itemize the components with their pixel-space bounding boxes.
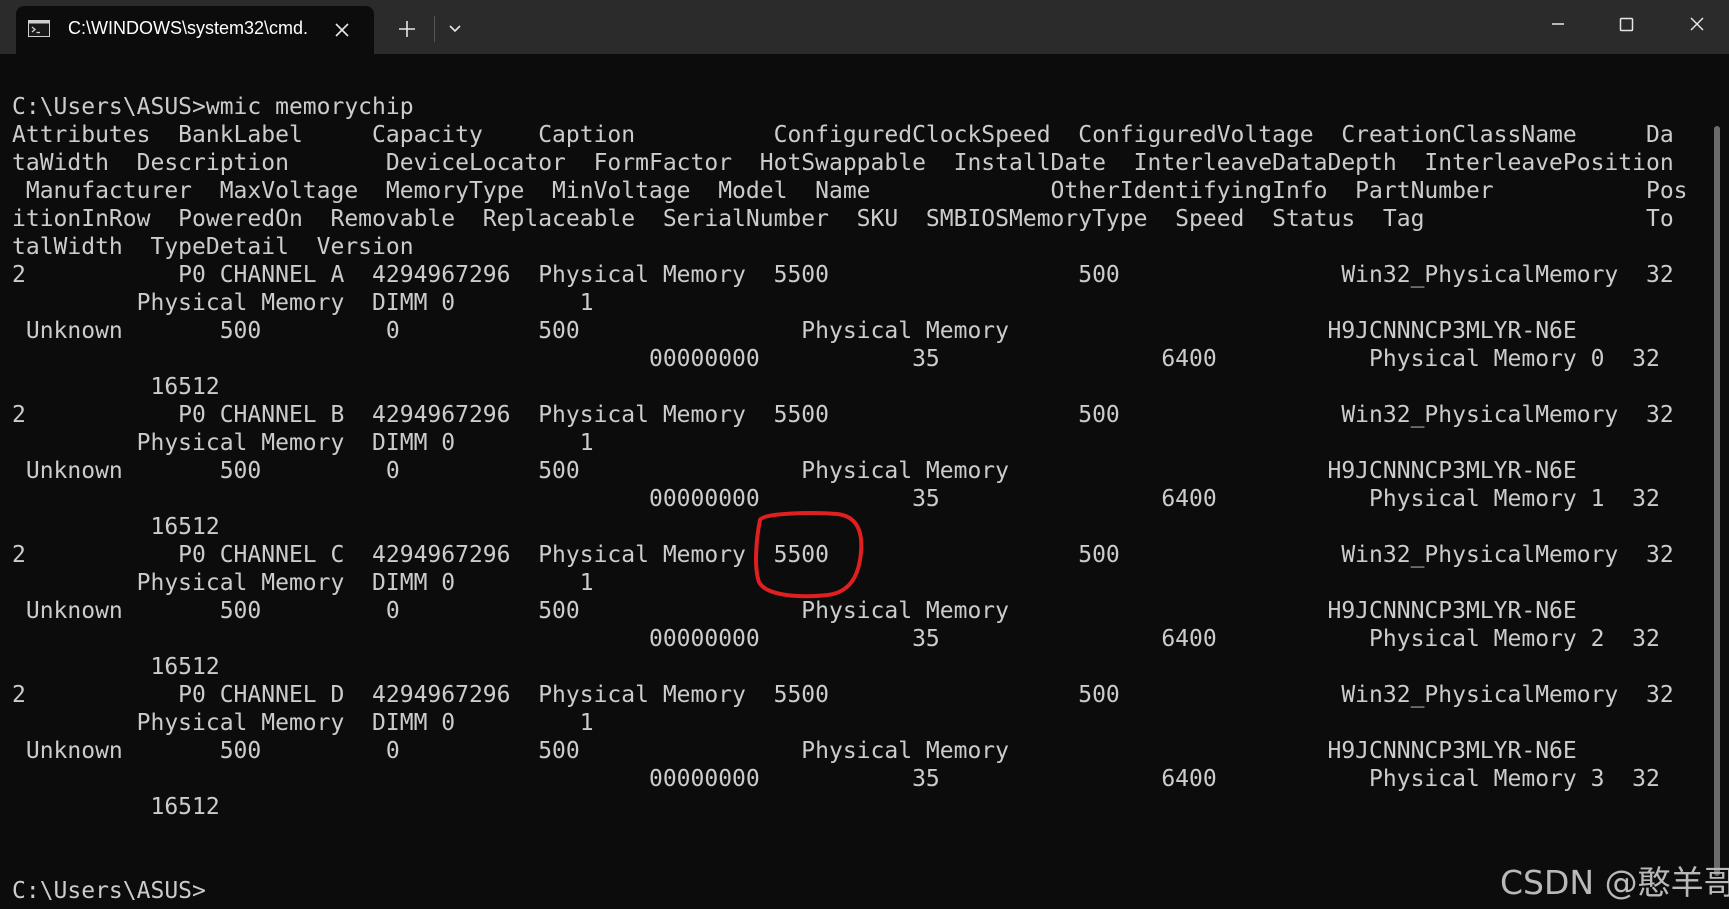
console-line: Manufacturer MaxVoltage MemoryType MinVo… [12, 178, 1688, 204]
console-line: 2 P0 CHANNEL B 4294967296 Physical Memor… [12, 402, 1674, 428]
console-line: talWidth TypeDetail Version [12, 234, 414, 260]
minimize-icon[interactable] [1535, 4, 1581, 44]
console-line: 2 P0 CHANNEL D 4294967296 Physical Memor… [12, 682, 1674, 708]
console-line: Unknown 500 0 500 Physical Memory H9JCNN… [12, 738, 1577, 764]
tab-title: C:\WINDOWS\system32\cmd. [68, 18, 309, 38]
console-line: 16512 [12, 374, 220, 400]
console-line: taWidth Description DeviceLocator FormFa… [12, 150, 1674, 176]
console-output: C:\Users\ASUS>wmic memorychip Attributes … [12, 93, 1688, 905]
console-line: Unknown 500 0 500 Physical Memory H9JCNN… [12, 598, 1577, 624]
close-icon[interactable] [1674, 4, 1720, 44]
tab-divider [434, 16, 435, 42]
title-bar: C:\WINDOWS\system32\cmd. [0, 0, 1729, 54]
console-line: 16512 [12, 794, 220, 820]
console-line: Physical Memory DIMM 0 1 [12, 570, 594, 596]
console-line: C:\Users\ASUS> [12, 878, 206, 904]
console-line: Physical Memory DIMM 0 1 [12, 430, 594, 456]
watermark: CSDN @憨羊哥 [1500, 863, 1729, 902]
console-line: Unknown 500 0 500 Physical Memory H9JCNN… [12, 318, 1577, 344]
console-line: 2 P0 CHANNEL C 4294967296 Physical Memor… [12, 542, 1674, 568]
console-line: Physical Memory DIMM 0 1 [12, 710, 594, 736]
console-line: 00000000 35 6400 Physical Memory 1 32 [12, 486, 1660, 512]
console-line: Physical Memory DIMM 0 1 [12, 290, 594, 316]
console-line: 00000000 35 6400 Physical Memory 0 32 [12, 346, 1660, 372]
console-line: 16512 [12, 514, 220, 540]
scrollbar[interactable] [1714, 126, 1720, 876]
console-line: Unknown 500 0 500 Physical Memory H9JCNN… [12, 458, 1577, 484]
maximize-icon[interactable] [1603, 4, 1649, 44]
console-line: 00000000 35 6400 Physical Memory 3 32 [12, 766, 1660, 792]
close-icon[interactable] [330, 18, 354, 42]
console-line: 00000000 35 6400 Physical Memory 2 32 [12, 626, 1660, 652]
console-area[interactable]: C:\Users\ASUS>wmic memorychip Attributes … [0, 54, 1712, 909]
console-line: itionInRow PoweredOn Removable Replaceab… [12, 206, 1674, 232]
console-line: 2 P0 CHANNEL A 4294967296 Physical Memor… [12, 262, 1674, 288]
tab-cmd[interactable]: C:\WINDOWS\system32\cmd. [16, 6, 374, 54]
console-line: 16512 [12, 654, 220, 680]
console-icon [28, 20, 50, 37]
plus-icon[interactable] [392, 14, 422, 44]
console-line: Attributes BankLabel Capacity Caption Co… [12, 122, 1674, 148]
console-line: C:\Users\ASUS>wmic memorychip [12, 94, 414, 120]
chevron-down-icon[interactable] [440, 14, 470, 44]
